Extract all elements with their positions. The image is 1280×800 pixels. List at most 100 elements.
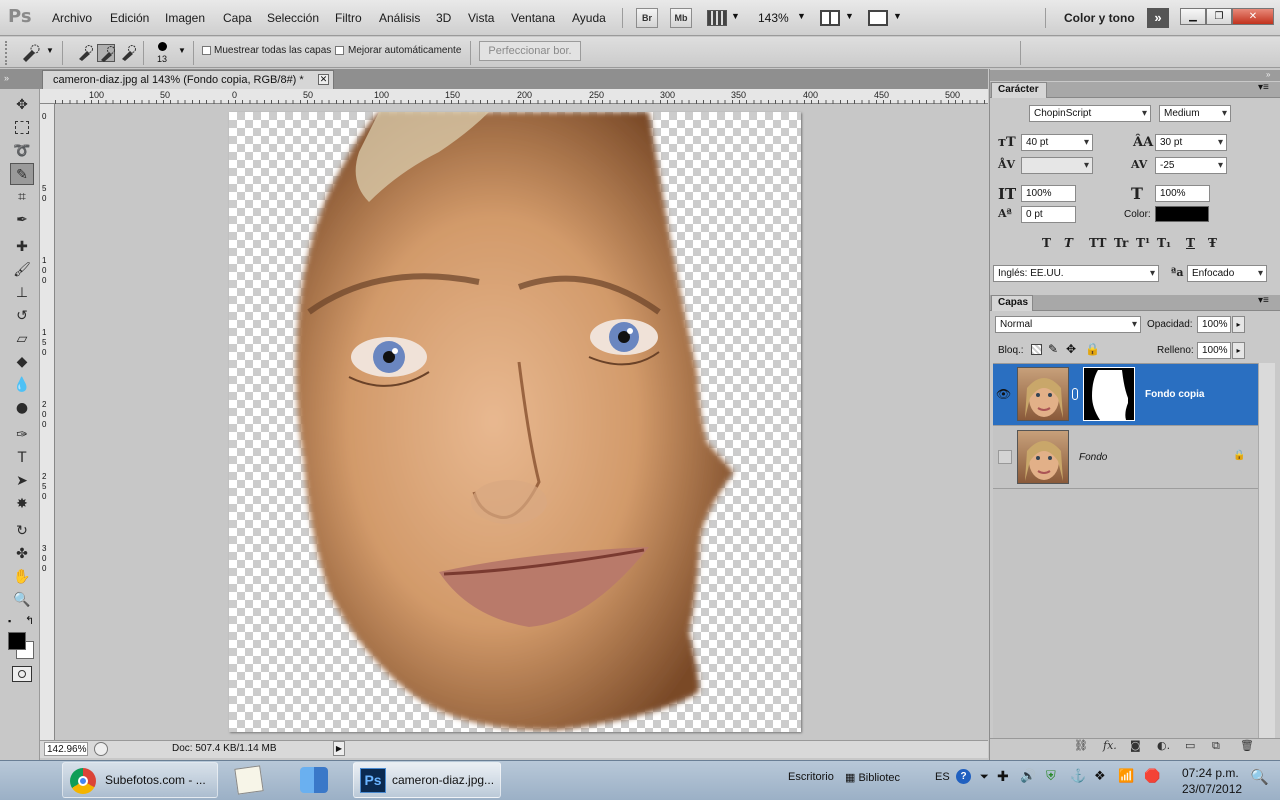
lock-image-icon[interactable]: ✎ [1048, 342, 1058, 356]
fill-slider-arrow-icon[interactable]: ▸ [1232, 342, 1245, 359]
brush-tip-icon[interactable] [158, 42, 167, 51]
link-icon[interactable] [1072, 388, 1078, 400]
menu-filtro[interactable]: Filtro [335, 11, 362, 25]
language-select[interactable]: Inglés: EE.UU. [993, 265, 1159, 282]
crop-tool-icon[interactable]: ⌗ [10, 186, 34, 208]
menu-analisis[interactable]: Análisis [379, 11, 420, 25]
desktop-toolbar[interactable]: Escritorio [788, 771, 834, 783]
adjustment-layer-icon[interactable]: ◐. [1157, 739, 1170, 752]
quick-mask-icon[interactable] [12, 666, 32, 682]
eye-icon[interactable]: 👁 [996, 387, 1011, 401]
chevron-down-icon[interactable]: ▼ [797, 11, 806, 21]
faux-bold-button[interactable]: T [1042, 236, 1051, 250]
layer-mask-thumbnail[interactable] [1083, 367, 1135, 421]
brush-tool-icon[interactable]: 🖌 [10, 259, 34, 281]
menu-capa[interactable]: Capa [223, 11, 252, 25]
security-icon[interactable]: ⛨ [1046, 768, 1056, 784]
pen-tool-icon[interactable]: ✑ [10, 424, 34, 446]
power-alert-icon[interactable]: 🛑 [1144, 768, 1160, 784]
trash-icon[interactable]: 🗑 [1240, 739, 1254, 752]
fill-input[interactable]: 100% [1197, 342, 1231, 359]
strikethrough-button[interactable]: Ŧ [1208, 236, 1217, 250]
dodge-tool-icon[interactable]: ● [10, 397, 34, 419]
faux-italic-button[interactable]: T [1064, 236, 1073, 250]
horizontal-scale-input[interactable]: 100% [1155, 185, 1210, 202]
lock-transparent-icon[interactable] [1031, 344, 1042, 355]
menu-ayuda[interactable]: Ayuda [572, 11, 606, 25]
collapse-panel-icon[interactable]: » [1266, 70, 1270, 79]
antialias-select[interactable]: Enfocado [1187, 265, 1267, 282]
history-brush-tool-icon[interactable]: ↺ [10, 305, 34, 327]
visibility-toggle[interactable] [998, 450, 1012, 464]
tracking-select[interactable]: -25 [1155, 157, 1227, 174]
menu-ventana[interactable]: Ventana [511, 11, 555, 25]
layer-row-fondo-copia[interactable]: 👁 Fondo copia [993, 364, 1258, 426]
add-mask-icon[interactable]: ◙ [1130, 739, 1141, 752]
panel-menu-icon[interactable]: ▾≡ [1258, 82, 1269, 93]
play-arrow-icon[interactable]: ▶ [333, 741, 345, 756]
clock-date[interactable]: 23/07/2012 [1182, 782, 1242, 796]
chevron-down-icon[interactable]: ▼ [178, 46, 186, 55]
close-icon[interactable]: ✕ [1232, 8, 1274, 25]
close-icon[interactable]: ✕ [318, 74, 329, 85]
tab-layers[interactable]: Capas [991, 295, 1033, 311]
quick-selection-preset-icon[interactable] [20, 44, 40, 62]
help-icon[interactable]: ? [956, 769, 971, 784]
options-grip[interactable] [5, 41, 9, 65]
chevron-down-icon[interactable]: ▼ [731, 11, 740, 21]
restore-icon[interactable]: ❐ [1206, 8, 1232, 25]
layer-row-fondo[interactable]: Fondo 🔒 [993, 427, 1258, 489]
fx-icon[interactable]: fx. [1103, 739, 1117, 752]
menu-seleccion[interactable]: Selección [267, 11, 319, 25]
menu-edicion[interactable]: Edición [110, 11, 149, 25]
brush-size[interactable]: 13 [157, 54, 167, 64]
layer-name[interactable]: Fondo copia [1145, 389, 1204, 400]
share-icon[interactable] [94, 742, 108, 756]
chevron-down-icon[interactable]: ▼ [893, 11, 902, 21]
link-layers-icon[interactable]: ⛓ [1074, 739, 1088, 752]
hand-tool-icon[interactable]: ✋ [10, 566, 34, 588]
new-layer-icon[interactable]: ⧉ [1212, 739, 1220, 753]
menu-vista[interactable]: Vista [468, 11, 494, 25]
menu-imagen[interactable]: Imagen [165, 11, 205, 25]
minibridge-button[interactable]: Mb [670, 8, 692, 28]
search-icon[interactable]: 🔍 [1250, 768, 1269, 786]
extras-icon[interactable] [707, 10, 727, 26]
vertical-scale-input[interactable]: 100% [1021, 185, 1076, 202]
bridge-button[interactable]: Br [636, 8, 658, 28]
kerning-select[interactable] [1021, 157, 1093, 174]
panel-menu-icon[interactable]: ▾≡ [1258, 295, 1269, 306]
collapse-panel-icon[interactable]: » [4, 73, 9, 83]
move-tool-icon[interactable]: ✥ [10, 94, 34, 116]
opacity-input[interactable]: 100% [1197, 316, 1231, 333]
blur-tool-icon[interactable]: 💧 [10, 374, 34, 396]
language-indicator[interactable]: ES [935, 771, 950, 783]
library-toolbar[interactable]: ▦ Bibliotec [845, 771, 915, 784]
volume-icon[interactable]: 🔊 [1020, 768, 1036, 784]
foreground-color-swatch[interactable] [8, 632, 26, 650]
network-icon[interactable]: 📶 [1118, 768, 1134, 784]
default-colors-icon[interactable]: ▪ [8, 616, 11, 626]
clone-stamp-tool-icon[interactable]: ⊥ [10, 282, 34, 304]
baseline-shift-input[interactable]: 0 pt [1021, 206, 1076, 223]
opacity-slider-arrow-icon[interactable]: ▸ [1232, 316, 1245, 333]
all-caps-button[interactable]: TT [1089, 236, 1106, 250]
blend-mode-select[interactable]: Normal [995, 316, 1141, 333]
type-tool-icon[interactable]: T [10, 447, 34, 469]
minimize-icon[interactable]: ▁ [1180, 8, 1206, 25]
dropbox-icon[interactable]: ❖ [1094, 768, 1106, 784]
subscript-button[interactable]: T₁ [1157, 236, 1171, 250]
leading-select[interactable]: 30 pt [1155, 134, 1227, 151]
3d-orbit-tool-icon[interactable]: ✤ [10, 543, 34, 565]
new-group-icon[interactable]: ▭ [1185, 739, 1195, 752]
document-canvas[interactable] [229, 112, 801, 732]
swap-colors-icon[interactable]: ↰ [25, 614, 34, 627]
task-photoshop[interactable]: Ps cameron-diaz.jpg... [353, 762, 501, 798]
path-selection-tool-icon[interactable]: ➤ [10, 470, 34, 492]
tray-expand-icon[interactable]: ⏷ [980, 771, 989, 784]
zoom-level[interactable]: 143% [758, 11, 789, 25]
healing-brush-tool-icon[interactable]: ✚ [10, 236, 34, 258]
workspace-name[interactable]: Color y tono [1064, 11, 1135, 25]
refine-edge-button[interactable]: Perfeccionar bor. [479, 41, 581, 61]
lock-position-icon[interactable]: ✥ [1066, 342, 1076, 356]
